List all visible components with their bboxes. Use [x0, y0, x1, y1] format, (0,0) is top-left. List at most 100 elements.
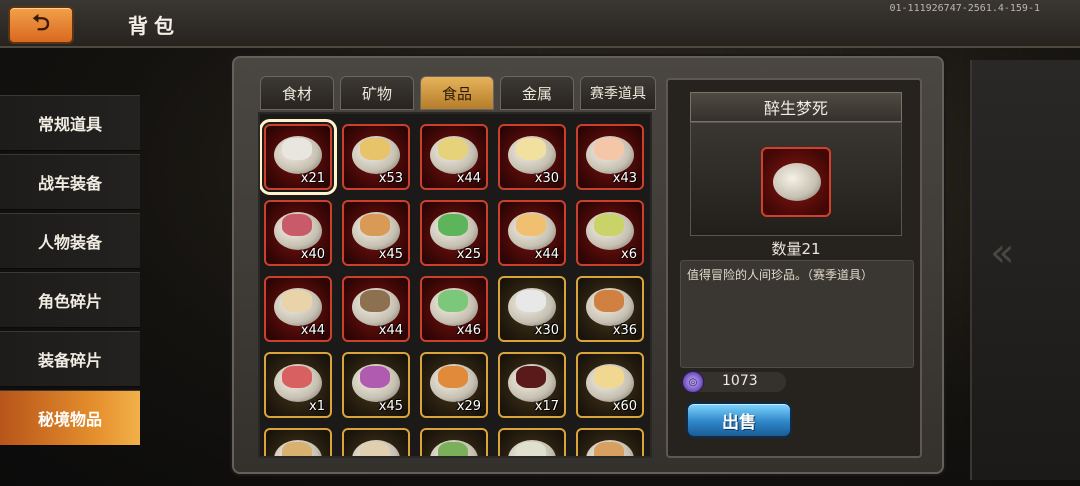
item-quantity: x30: [534, 323, 559, 338]
item-quantity: x45: [378, 247, 403, 262]
inventory-slot[interactable]: x44: [420, 124, 488, 190]
category-tab[interactable]: 食品: [420, 76, 494, 110]
item-quantity: x46: [456, 323, 481, 338]
item-quantity: x44: [378, 323, 403, 338]
food-topping-icon: [516, 138, 546, 160]
sidebar-item-label: 战车装备: [37, 174, 102, 193]
return-arrow-icon: ⮌: [32, 11, 50, 36]
food-topping-icon: [438, 214, 468, 236]
item-preview-icon: [761, 147, 831, 217]
inventory-panel: 食材 矿物 食品 金属 赛季道具 x21 x53 x44 x30 x43 x40 x45 x25 x44…: [232, 56, 944, 474]
sidebar: 常规道具战车装备人物装备角色碎片装备碎片秘境物品: [0, 95, 140, 449]
food-topping-icon: [282, 138, 312, 160]
inventory-slot[interactable]: x1: [264, 352, 332, 418]
inventory-slot[interactable]: x17: [498, 352, 566, 418]
chevron-decor-icon: «: [990, 230, 1015, 276]
food-topping-icon: [360, 290, 390, 312]
sidebar-item[interactable]: 战车装备: [0, 154, 140, 210]
sidebar-item[interactable]: 装备碎片: [0, 331, 140, 387]
item-quantity: x44: [534, 247, 559, 262]
category-tab[interactable]: 金属: [500, 76, 574, 110]
inventory-slot[interactable]: x40: [264, 200, 332, 266]
food-topping-icon: [360, 138, 390, 160]
item-quantity: x43: [612, 171, 637, 186]
item-name: 醉生梦死: [690, 92, 902, 122]
sidebar-item-label: 常规道具: [37, 115, 102, 134]
food-topping-icon: [594, 138, 624, 160]
sell-price: ◎ 1073: [682, 371, 786, 393]
food-topping-icon: [438, 290, 468, 312]
item-quantity: x44: [456, 171, 481, 186]
inventory-slot[interactable]: x25: [420, 200, 488, 266]
inventory-slot[interactable]: x44: [264, 276, 332, 342]
food-topping-icon: [516, 214, 546, 236]
food-topping-icon: [360, 214, 390, 236]
item-detail-panel: 醉生梦死 数量21 值得冒险的人间珍品。（赛季道具） ◎ 1073 出售: [666, 78, 922, 458]
food-topping-icon: [438, 366, 468, 388]
inventory-slot[interactable]: x44: [498, 200, 566, 266]
item-quantity: x44: [300, 323, 325, 338]
inventory-slot[interactable]: [498, 428, 566, 456]
food-topping-icon: [360, 442, 390, 456]
food-topping-icon: [594, 290, 624, 312]
food-topping-icon: [594, 214, 624, 236]
inventory-slot[interactable]: x44: [342, 276, 410, 342]
inventory-slot[interactable]: [342, 428, 410, 456]
item-quantity: x17: [534, 399, 559, 414]
sidebar-item[interactable]: 角色碎片: [0, 272, 140, 328]
item-quantity: x21: [300, 171, 325, 186]
category-tab[interactable]: 赛季道具: [580, 76, 656, 110]
item-description: 值得冒险的人间珍品。（赛季道具）: [680, 260, 914, 368]
food-topping-icon: [282, 290, 312, 312]
sidebar-item-label: 秘境物品: [37, 410, 102, 429]
inventory-slot[interactable]: x43: [576, 124, 644, 190]
item-quantity: x30: [534, 171, 559, 186]
food-topping-icon: [282, 366, 312, 388]
sidebar-item-label: 角色碎片: [37, 292, 102, 311]
sidebar-item[interactable]: 常规道具: [0, 95, 140, 151]
inventory-slot[interactable]: x29: [420, 352, 488, 418]
inventory-slot[interactable]: [576, 428, 644, 456]
sidebar-item[interactable]: 人物装备: [0, 213, 140, 269]
rice-plate-icon: [773, 163, 821, 201]
back-button[interactable]: ⮌: [8, 6, 74, 44]
price-value: 1073: [722, 373, 758, 389]
inventory-slot[interactable]: [420, 428, 488, 456]
item-grid-area[interactable]: x21 x53 x44 x30 x43 x40 x45 x25 x44 x6 x44 x44 x46 x3…: [258, 112, 652, 458]
food-topping-icon: [594, 366, 624, 388]
category-tabs: 食材 矿物 食品 金属 赛季道具: [260, 76, 656, 110]
category-tab[interactable]: 食材: [260, 76, 334, 110]
inventory-slot[interactable]: x30: [498, 124, 566, 190]
sidebar-item-label: 装备碎片: [37, 351, 102, 370]
inventory-slot[interactable]: x53: [342, 124, 410, 190]
food-topping-icon: [360, 366, 390, 388]
top-bar: ⮌ 背包 01-111926747-2561.4-159-1: [0, 0, 1080, 48]
category-tab[interactable]: 矿物: [340, 76, 414, 110]
inventory-slot[interactable]: x30: [498, 276, 566, 342]
build-id: 01-111926747-2561.4-159-1: [889, 3, 1040, 14]
food-topping-icon: [516, 442, 546, 456]
inventory-slot[interactable]: x6: [576, 200, 644, 266]
coin-icon: ◎: [682, 371, 704, 393]
item-quantity: x6: [621, 247, 637, 262]
inventory-slot[interactable]: x45: [342, 200, 410, 266]
inventory-slot[interactable]: x60: [576, 352, 644, 418]
food-topping-icon: [438, 442, 468, 456]
inventory-slot[interactable]: x45: [342, 352, 410, 418]
item-quantity: x40: [300, 247, 325, 262]
food-topping-icon: [438, 138, 468, 160]
sidebar-item[interactable]: 秘境物品: [0, 390, 140, 446]
inventory-slot[interactable]: x21: [260, 119, 337, 195]
food-topping-icon: [516, 290, 546, 312]
item-count: 数量21: [771, 240, 821, 258]
inventory-slot[interactable]: [264, 428, 332, 456]
item-quantity: x53: [378, 171, 403, 186]
item-quantity: x29: [456, 399, 481, 414]
sell-button[interactable]: 出售: [686, 402, 792, 438]
page-title: 背包: [128, 14, 180, 38]
inventory-slot[interactable]: x46: [420, 276, 488, 342]
food-topping-icon: [594, 442, 624, 456]
inventory-slot[interactable]: x36: [576, 276, 644, 342]
item-preview-box: [690, 122, 902, 236]
item-quantity: x45: [378, 399, 403, 414]
